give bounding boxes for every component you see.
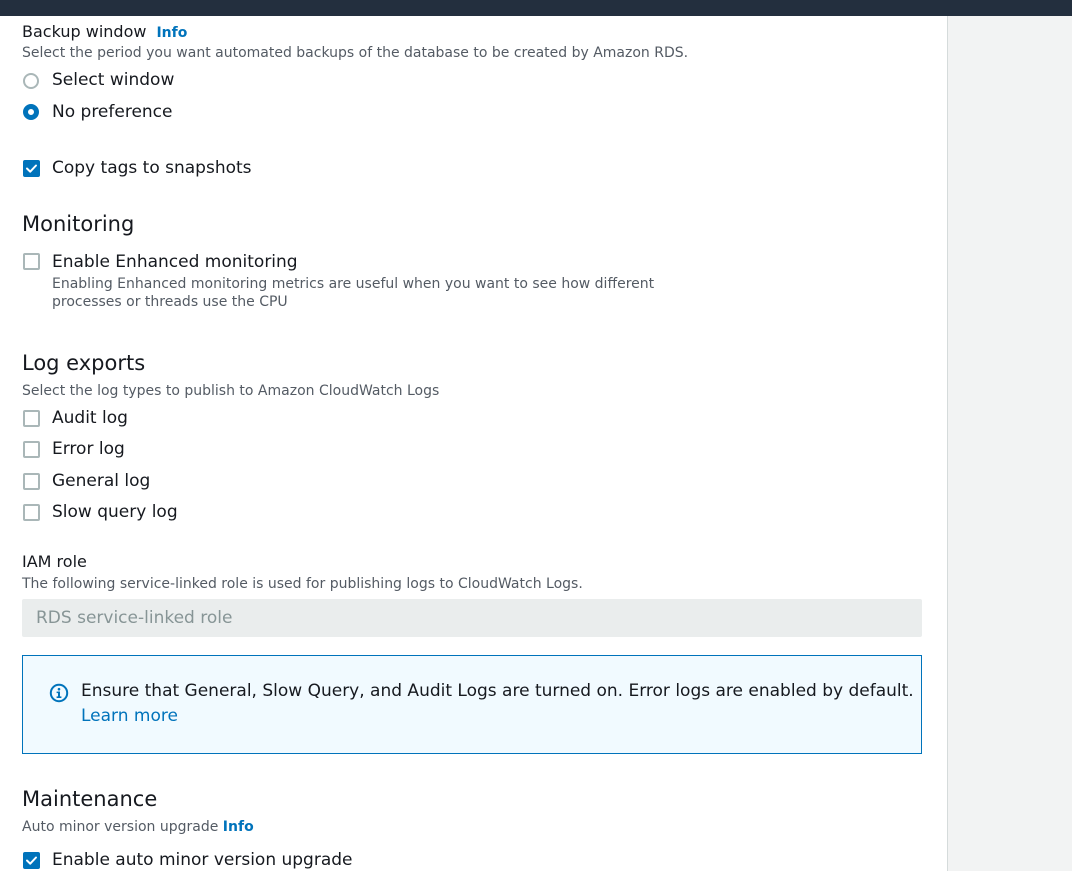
iam-role-description: The following service-linked role is use… <box>22 576 583 592</box>
monitoring-section-title: Monitoring <box>22 212 135 236</box>
enhanced-monitoring-label[interactable]: Enable Enhanced monitoring <box>52 252 298 272</box>
maintenance-section-title: Maintenance <box>22 787 158 811</box>
enhanced-monitoring-description-line1: Enabling Enhanced monitoring metrics are… <box>52 276 655 292</box>
audit-log-checkbox[interactable] <box>23 410 40 427</box>
backup-window-description: Select the period you want automated bac… <box>22 45 689 61</box>
enable-auto-minor-upgrade-checkbox[interactable] <box>23 852 40 869</box>
radio-select-window[interactable] <box>23 73 39 89</box>
radio-no-preference[interactable] <box>23 104 39 120</box>
log-exports-section-title: Log exports <box>22 351 146 375</box>
log-exports-description: Select the log types to publish to Amazo… <box>22 383 440 399</box>
general-log-checkbox[interactable] <box>23 473 40 490</box>
error-log-checkbox[interactable] <box>23 441 40 458</box>
info-alert: Ensure that General, Slow Query, and Aud… <box>22 655 922 754</box>
backup-window-label: Backup window Info <box>22 22 187 43</box>
error-log-label[interactable]: Error log <box>52 439 125 459</box>
general-log-label[interactable]: General log <box>52 471 150 491</box>
enhanced-monitoring-checkbox[interactable] <box>23 253 40 270</box>
top-navigation-bar <box>0 0 1072 16</box>
radio-select-window-label[interactable]: Select window <box>52 70 174 90</box>
info-circle-icon <box>49 683 69 707</box>
auto-minor-version-upgrade-label: Auto minor version upgrade Info <box>22 818 254 836</box>
info-alert-message: Ensure that General, Slow Query, and Aud… <box>81 681 914 701</box>
iam-role-label: IAM role <box>22 552 87 571</box>
copy-tags-checkbox[interactable] <box>23 160 40 177</box>
audit-log-label[interactable]: Audit log <box>52 408 128 428</box>
checkmark-icon <box>26 164 37 173</box>
slow-query-log-checkbox[interactable] <box>23 504 40 521</box>
iam-role-input: RDS service-linked role <box>22 599 922 637</box>
maintenance-info-link[interactable]: Info <box>223 819 254 835</box>
checkmark-icon <box>26 856 37 865</box>
right-side-panel <box>947 16 1072 871</box>
main-form-panel: Backup window Info Select the period you … <box>0 16 947 871</box>
radio-no-preference-label[interactable]: No preference <box>52 102 173 122</box>
slow-query-log-label[interactable]: Slow query log <box>52 502 178 522</box>
auto-minor-version-upgrade-text: Auto minor version upgrade <box>22 819 219 835</box>
learn-more-link[interactable]: Learn more <box>81 704 178 729</box>
backup-window-label-text: Backup window <box>22 22 147 41</box>
enhanced-monitoring-description-line2: processes or threads use the CPU <box>52 294 288 310</box>
backup-window-info-link[interactable]: Info <box>156 25 187 41</box>
enable-auto-minor-upgrade-label[interactable]: Enable auto minor version upgrade <box>52 850 353 870</box>
copy-tags-label[interactable]: Copy tags to snapshots <box>52 158 252 178</box>
